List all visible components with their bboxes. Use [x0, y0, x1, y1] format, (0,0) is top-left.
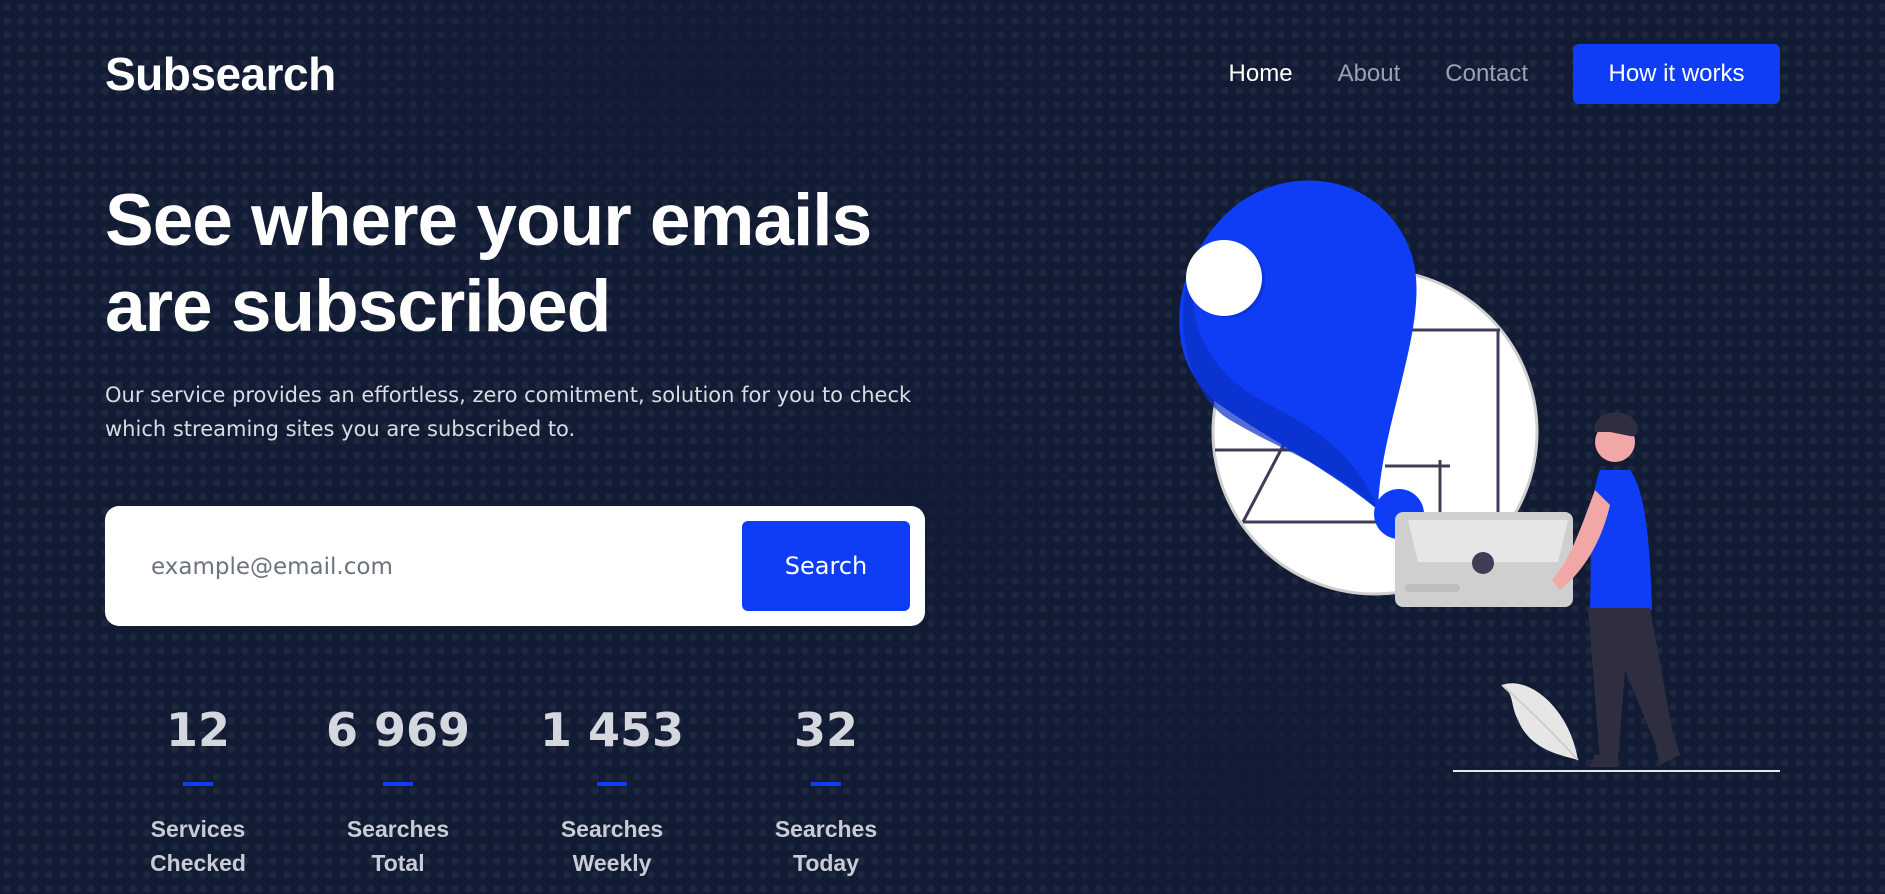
stat-searches-total: 6 969 Searches Total — [291, 700, 505, 880]
stat-label: Searches Weekly — [505, 812, 719, 880]
stat-divider — [383, 782, 413, 786]
hero-subtitle-line-1: Our service provides an effortless, zero… — [105, 383, 912, 407]
stat-label-line-2: Total — [371, 850, 425, 876]
main-nav: Home About Contact How it works — [1184, 44, 1780, 104]
stat-divider — [811, 782, 841, 786]
email-search-form: Search — [105, 506, 925, 628]
stat-label-line-1: Searches — [774, 816, 878, 842]
stat-searches-today: 32 Searches Today — [719, 700, 933, 880]
hero-subtitle-line-2: which streaming sites you are subscribed… — [105, 417, 576, 441]
hero-title-line-1: See where your emails — [105, 180, 872, 261]
brand-logo[interactable]: Subsearch — [105, 47, 336, 101]
stat-label: Searches Total — [291, 812, 505, 880]
email-search-input[interactable] — [149, 506, 733, 628]
stat-label-line-2: Today — [792, 850, 860, 876]
site-header: Subsearch Home About Contact How it work… — [105, 44, 1780, 104]
stat-label-line-2: Checked — [150, 850, 246, 876]
hero-subtitle: Our service provides an effortless, zero… — [105, 378, 935, 446]
stat-searches-weekly: 1 453 Searches Weekly — [505, 700, 719, 880]
stat-divider — [183, 782, 213, 786]
search-button[interactable]: Search — [742, 521, 910, 611]
stat-value: 12 — [165, 703, 230, 757]
stat-label-line-1: Services — [150, 816, 246, 842]
how-it-works-button[interactable]: How it works — [1573, 44, 1780, 104]
hero-title: See where your emails are subscribed — [105, 178, 1005, 350]
stat-value: 6 969 — [325, 703, 471, 757]
stat-label-line-2: Weekly — [572, 850, 652, 876]
stat-value: 32 — [793, 703, 858, 757]
stat-services-checked: 12 Services Checked — [105, 700, 291, 880]
stat-divider — [597, 782, 627, 786]
laptop-icon — [1395, 512, 1573, 607]
stat-value: 1 453 — [539, 703, 685, 757]
nav-home-link[interactable]: Home — [1229, 60, 1293, 88]
plant-leaf-icon — [1501, 683, 1579, 761]
stat-label-line-1: Searches — [346, 816, 450, 842]
nav-about-link[interactable]: About — [1338, 60, 1401, 88]
stat-label-line-1: Searches — [560, 816, 664, 842]
stat-label: Services Checked — [105, 812, 291, 880]
stats-row: 12 Services Checked 6 969 Searches Total… — [105, 700, 933, 880]
stat-label: Searches Today — [719, 812, 933, 880]
nav-contact-link[interactable]: Contact — [1445, 60, 1528, 88]
location-pin-illustration — [1179, 180, 1780, 772]
hero-title-line-2: are subscribed — [105, 266, 611, 347]
